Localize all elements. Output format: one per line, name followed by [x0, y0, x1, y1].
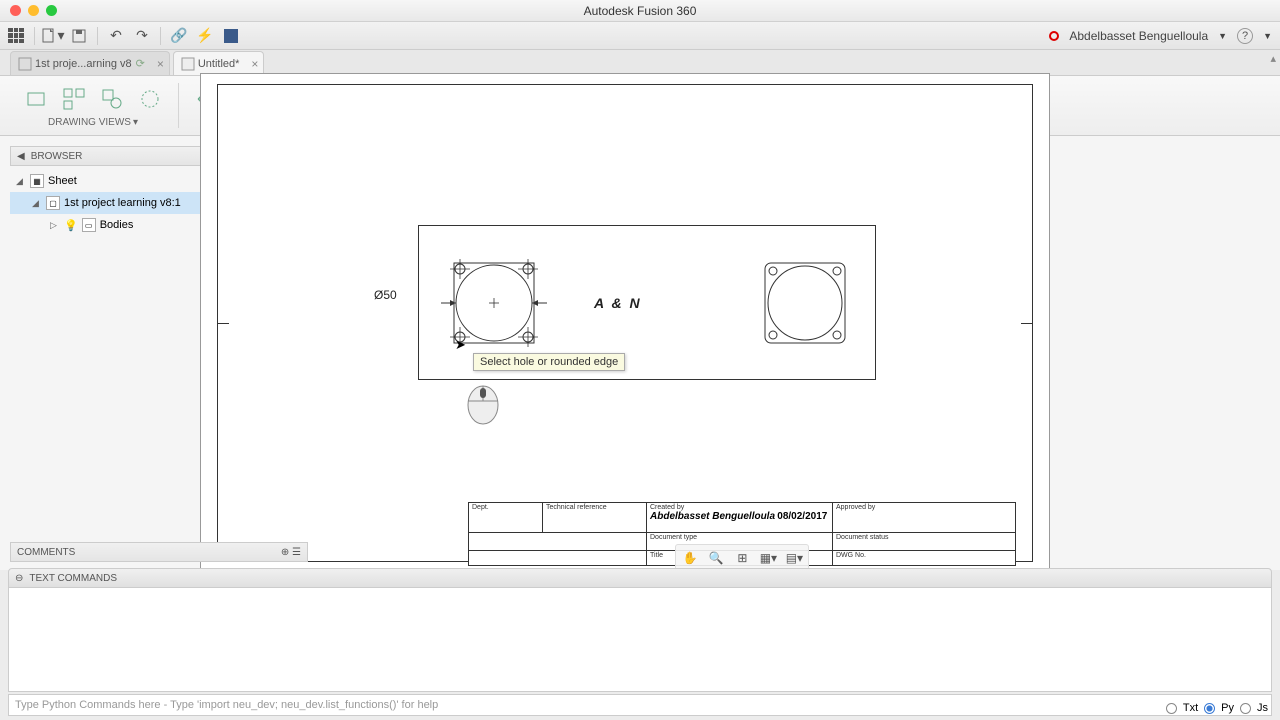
close-icon[interactable]: × [251, 57, 258, 71]
display-settings-icon[interactable]: ▦▾ [757, 548, 779, 568]
sheet-icon: ▦ [30, 174, 44, 188]
undo-icon[interactable]: ↶ [108, 28, 124, 44]
pan-icon[interactable]: ✋ [679, 548, 701, 568]
detail-view-icon[interactable] [96, 83, 128, 115]
ribbon-group-drawing-views: DRAWING VIEWS ▾ [20, 83, 166, 128]
save-icon[interactable] [71, 28, 87, 44]
app-title: Autodesk Fusion 360 [584, 4, 697, 18]
close-icon[interactable]: × [157, 57, 164, 71]
cursor-icon: ➤ [455, 337, 466, 353]
part-iso-view [755, 253, 855, 353]
drawing-sheet[interactable]: Ø50 A & N ➤ Select hole or rounded edge … [200, 73, 1050, 573]
script-icon[interactable]: ⚡ [197, 28, 213, 44]
link-icon[interactable]: 🔗 [171, 28, 187, 44]
titlebar: Autodesk Fusion 360 [0, 0, 1280, 22]
help-icon[interactable]: ? [1237, 28, 1253, 44]
tab-label: Untitled* [198, 58, 240, 70]
comments-panel[interactable]: COMMENTS ⊕ ☰ [10, 542, 308, 562]
text-commands-header[interactable]: ⊖ TEXT COMMANDS [8, 568, 1272, 588]
window-minimize-button[interactable] [28, 5, 39, 16]
radio-js[interactable] [1240, 703, 1251, 714]
record-icon[interactable] [1049, 31, 1059, 41]
panel-icon[interactable] [223, 28, 239, 44]
redo-icon[interactable]: ↷ [134, 28, 150, 44]
mouse-hint-icon [466, 381, 500, 425]
bulb-icon[interactable]: 💡 [64, 219, 78, 232]
window-close-button[interactable] [10, 5, 21, 16]
folder-icon: ▭ [82, 218, 96, 232]
user-name[interactable]: Abdelbasset Benguelloula [1069, 29, 1208, 43]
command-input[interactable]: Type Python Commands here - Type 'import… [8, 694, 1272, 716]
file-menu-icon[interactable]: ▾ [45, 28, 61, 44]
tab-untitled[interactable]: Untitled* × [173, 51, 265, 75]
base-view-icon[interactable] [20, 83, 52, 115]
collapse-icon[interactable]: ⊖ [15, 573, 23, 584]
annotation-text[interactable]: A & N [594, 295, 642, 311]
language-toggle: Txt Py Js [1166, 702, 1268, 714]
radio-py[interactable] [1204, 703, 1215, 714]
part-front-view [429, 238, 559, 368]
collapse-tabs-icon[interactable]: ▴ [1270, 52, 1276, 65]
zoom-icon[interactable]: 🔍 [705, 548, 727, 568]
quick-access-toolbar: ▾ ↶ ↷ 🔗 ⚡ Abdelbasset Benguelloula▼ ?▼ [0, 22, 1280, 50]
tab-project[interactable]: 1st proje...arning v8 ⟳ × [10, 51, 170, 75]
sheet-border: Ø50 A & N ➤ Select hole or rounded edge … [217, 84, 1033, 562]
grid-settings-icon[interactable]: ▤▾ [783, 548, 805, 568]
data-panel-icon[interactable] [8, 28, 24, 44]
section-view-icon[interactable] [134, 83, 166, 115]
main-canvas-area: ◀ BROWSER ● ☰ ◢ ▦ Sheet ◢ ▢ 1st project … [0, 136, 1280, 570]
add-comment-icon[interactable]: ⊕ ☰ [281, 547, 301, 558]
tooltip: Select hole or rounded edge [473, 353, 625, 371]
text-commands-body[interactable] [8, 588, 1272, 692]
collapse-icon[interactable]: ◀ [17, 151, 25, 162]
window-zoom-button[interactable] [46, 5, 57, 16]
tab-label: 1st proje...arning v8 [35, 58, 132, 70]
projected-view-icon[interactable] [58, 83, 90, 115]
radio-txt[interactable] [1166, 703, 1177, 714]
component-icon: ▢ [46, 196, 60, 210]
zoom-window-icon[interactable]: ⊞ [731, 548, 753, 568]
dimension-label[interactable]: Ø50 [374, 288, 397, 302]
